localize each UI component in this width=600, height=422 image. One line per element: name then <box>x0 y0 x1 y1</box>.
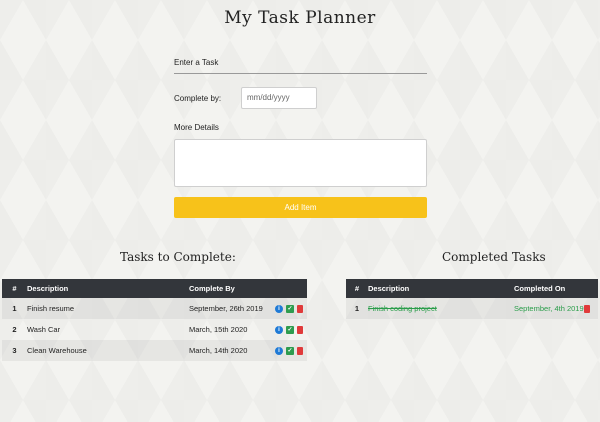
row-number: 1 <box>346 298 368 319</box>
trash-icon[interactable] <box>297 305 303 313</box>
row-actions: i ✓ <box>275 340 307 361</box>
complete-by-label: Complete by: <box>174 94 222 103</box>
task-input[interactable] <box>174 56 427 74</box>
col-description: Description <box>27 279 189 298</box>
completed-heading: Completed Tasks <box>442 250 546 264</box>
row-actions: i ✓ <box>275 319 307 340</box>
trash-icon[interactable] <box>297 326 303 334</box>
trash-icon[interactable] <box>297 347 303 355</box>
details-label: More Details <box>174 123 219 132</box>
col-number: # <box>2 279 27 298</box>
check-icon[interactable]: ✓ <box>286 347 294 355</box>
info-icon[interactable]: i <box>275 347 283 355</box>
col-actions <box>584 279 598 298</box>
todo-heading: Tasks to Complete: <box>120 250 236 264</box>
info-icon[interactable]: i <box>275 305 283 313</box>
todo-header-row: # Description Complete By <box>2 279 307 298</box>
date-input[interactable]: mm/dd/yyyy <box>241 87 317 109</box>
row-number: 2 <box>12 325 17 334</box>
col-completed-on: Completed On <box>514 279 584 298</box>
complete-by-row: Complete by: mm/dd/yyyy <box>174 87 427 109</box>
details-textarea[interactable] <box>174 139 427 187</box>
col-complete-by: Complete By <box>189 279 275 298</box>
completed-date: September, 4th 2019 <box>514 298 584 319</box>
col-description: Description <box>368 279 514 298</box>
completed-table: # Description Completed On 1 Finish codi… <box>346 279 598 319</box>
table-row: 3 Clean Warehouse March, 14th 2020 i ✓ <box>2 340 307 361</box>
completed-description: Finish coding project <box>368 298 514 319</box>
col-actions <box>275 279 307 298</box>
task-date: March, 14th 2020 <box>189 340 275 361</box>
table-row: 1 Finish resume September, 26th 2019 i ✓ <box>2 298 307 319</box>
check-icon[interactable]: ✓ <box>286 326 294 334</box>
trash-icon[interactable] <box>584 305 590 313</box>
todo-table: # Description Complete By 1 Finish resum… <box>2 279 307 361</box>
row-number: 3 <box>2 340 27 361</box>
info-icon[interactable]: i <box>275 326 283 334</box>
row-number: 1 <box>2 298 27 319</box>
task-date: March, 15th 2020 <box>189 325 248 334</box>
check-icon[interactable]: ✓ <box>286 305 294 313</box>
add-item-button[interactable]: Add Item <box>174 197 427 218</box>
task-description: Finish resume <box>27 298 189 319</box>
task-description: Clean Warehouse <box>27 340 189 361</box>
task-date: September, 26th 2019 <box>189 298 275 319</box>
col-number: # <box>346 279 368 298</box>
row-actions <box>584 298 598 319</box>
task-form: Complete by: mm/dd/yyyy More Details Add… <box>174 56 427 218</box>
completed-header-row: # Description Completed On <box>346 279 598 298</box>
table-row: 2 Wash Car March, 15th 2020 i ✓ <box>2 319 307 340</box>
task-description: Wash Car <box>27 325 61 334</box>
row-actions: i ✓ <box>275 298 307 319</box>
table-row: 1 Finish coding project September, 4th 2… <box>346 298 598 319</box>
page-title: My Task Planner <box>224 8 376 28</box>
